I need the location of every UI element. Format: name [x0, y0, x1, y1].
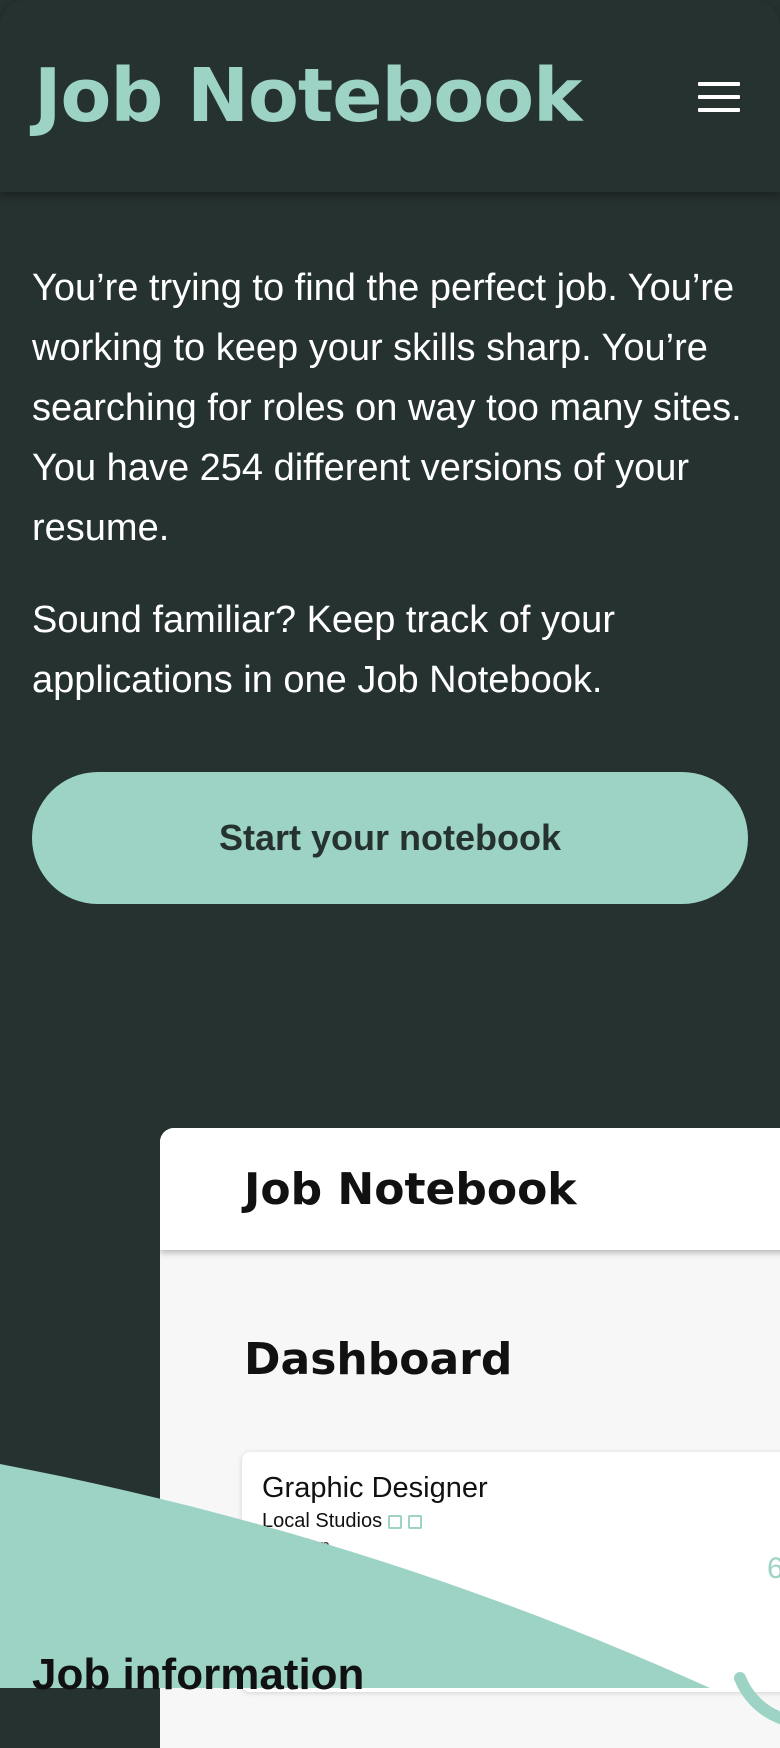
hamburger-menu-icon[interactable] [690, 72, 746, 122]
start-notebook-button[interactable]: Start your notebook [32, 772, 748, 904]
preview-brand: Job Notebook [244, 1164, 577, 1215]
brand-logo[interactable]: Job Notebook [34, 52, 582, 140]
menu-bar [698, 82, 740, 86]
preview-header: Job Notebook [160, 1128, 780, 1250]
menu-bar [698, 108, 740, 112]
intro-paragraph-2: Sound familiar? Keep track of your appli… [32, 599, 615, 701]
preview-page-title: Dashboard [244, 1334, 513, 1385]
site-header: Job Notebook [0, 0, 780, 192]
intro-paragraph: You’re trying to find the perfect job. Y… [32, 267, 742, 549]
section-heading: Job information [32, 1650, 365, 1699]
menu-bar [698, 95, 740, 99]
